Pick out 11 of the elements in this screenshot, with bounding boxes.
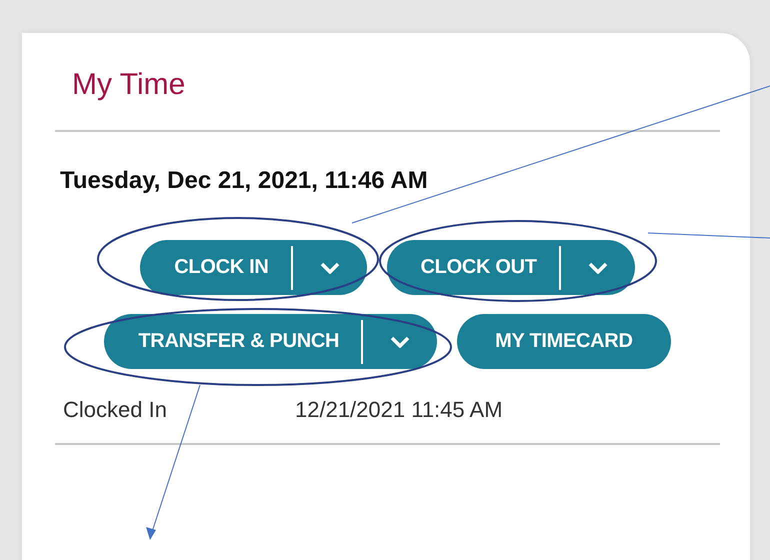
caret-icon <box>390 336 410 348</box>
caret-icon <box>588 262 608 274</box>
card-title: My Time <box>72 67 186 103</box>
timecard-button[interactable]: MY TIMECARD <box>457 314 671 369</box>
status-label: Clocked In <box>63 397 168 423</box>
caret-icon <box>320 262 340 274</box>
split-button[interactable]: CLOCK OUT <box>386 240 635 295</box>
split-button[interactable]: CLOCK IN <box>140 240 367 295</box>
split-button[interactable]: TRANSFER & PUNCH <box>104 314 438 369</box>
date-time: Tuesday, Dec 21, 2021, 11:46 AM <box>60 167 428 195</box>
status-value: 12/21/2021 11:45 AM <box>295 397 503 423</box>
